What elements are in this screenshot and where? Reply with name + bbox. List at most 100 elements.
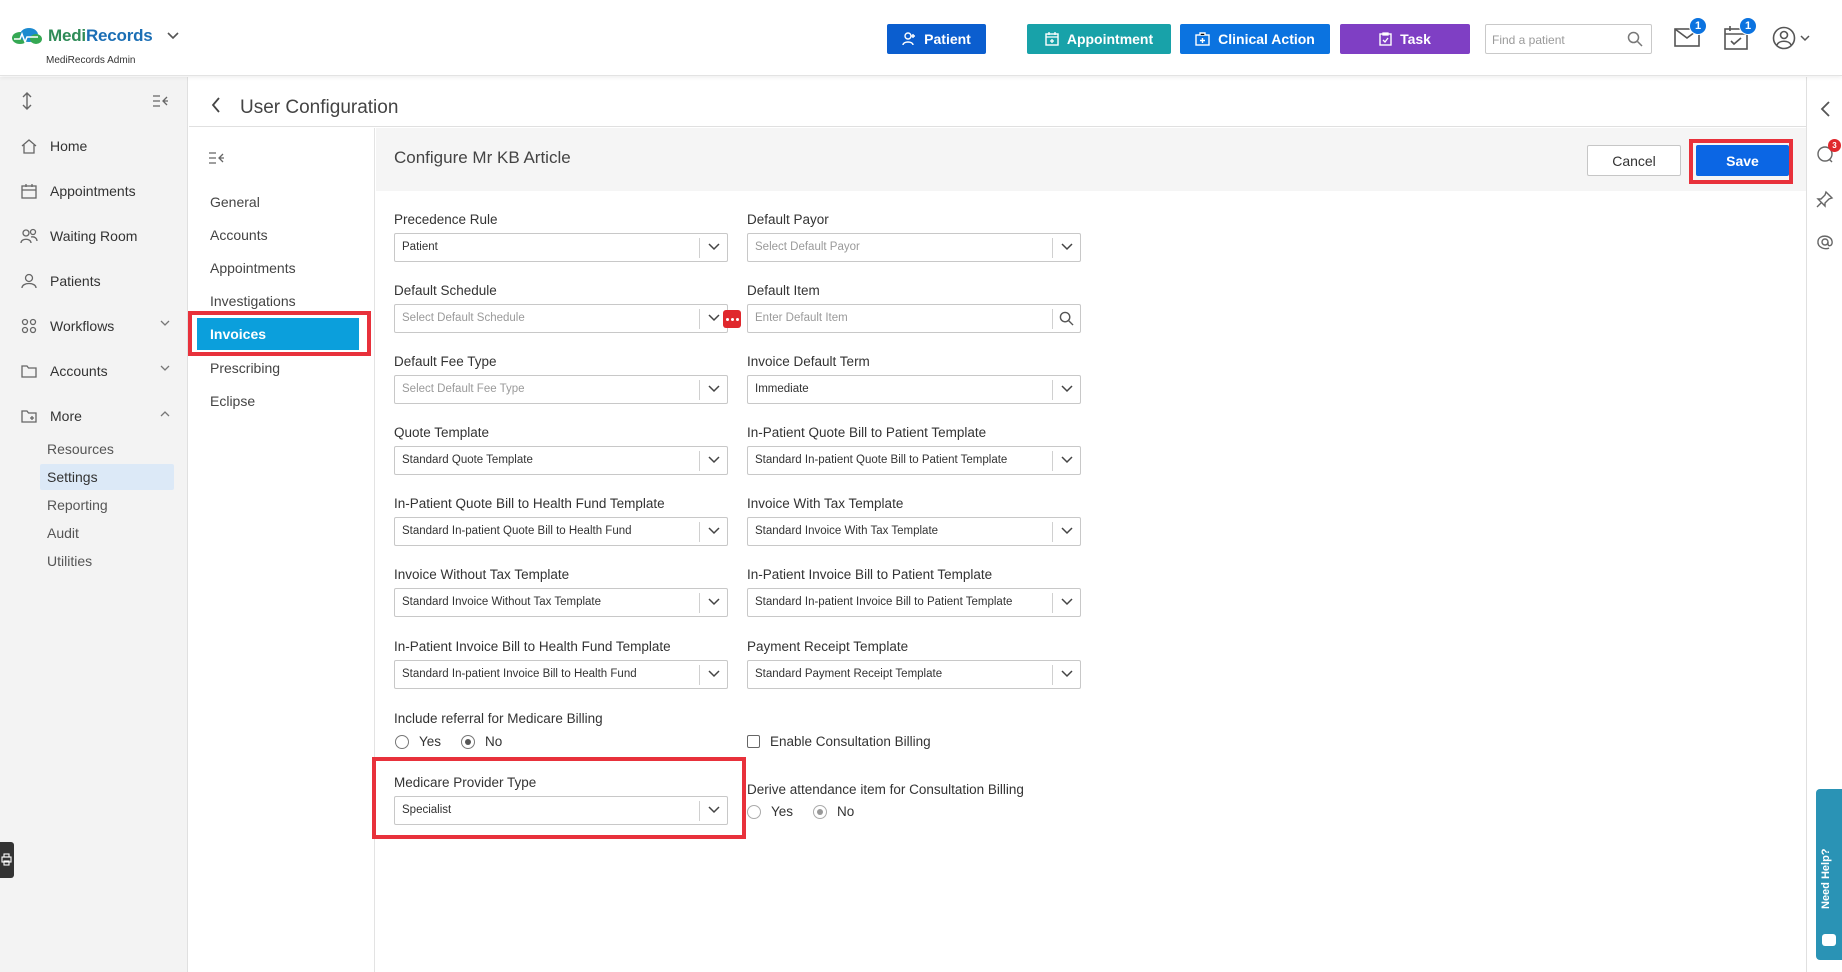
chevron-down-icon bbox=[708, 243, 720, 251]
invoice-without-tax-select[interactable]: Standard Invoice Without Tax Template bbox=[394, 588, 728, 617]
derive-attendance-no-radio[interactable] bbox=[813, 804, 828, 819]
precedence-rule-select[interactable]: Patient bbox=[394, 233, 728, 262]
new-task-label: Task bbox=[1400, 31, 1431, 47]
invoice-default-term-select[interactable]: Immediate bbox=[747, 375, 1081, 404]
default-fee-type-select[interactable]: Select Default Fee Type bbox=[394, 375, 728, 404]
select-divider bbox=[699, 309, 700, 329]
config-tab-prescribing[interactable]: Prescribing bbox=[206, 355, 280, 381]
derive-attendance-label: Derive attendance item for Consultation … bbox=[747, 782, 1024, 797]
config-tab-accounts[interactable]: Accounts bbox=[206, 222, 268, 248]
chevron-down-icon bbox=[1061, 243, 1073, 251]
user-avatar-icon bbox=[1772, 26, 1796, 50]
user-menu-button[interactable] bbox=[1772, 26, 1812, 52]
input-divider bbox=[1052, 309, 1053, 329]
config-tab-appointments[interactable]: Appointments bbox=[206, 255, 296, 281]
enable-consultation-billing[interactable]: Enable Consultation Billing bbox=[747, 734, 931, 749]
select-divider bbox=[1052, 665, 1053, 685]
chat-icon[interactable]: 3 bbox=[1816, 139, 1841, 165]
sidebar-item-accounts[interactable]: Accounts bbox=[20, 359, 170, 383]
pin-icon[interactable] bbox=[1816, 190, 1836, 210]
quote-template-select[interactable]: Standard Quote Template bbox=[394, 446, 728, 475]
derive-attendance-yes-label: Yes bbox=[771, 804, 794, 819]
top-header: MediRecords MediRecords Admin Patient Ap… bbox=[0, 0, 1842, 76]
need-help-label: Need Help? bbox=[1820, 848, 1832, 909]
sidebar-subitem-utilities[interactable]: Utilities bbox=[40, 548, 174, 574]
select-divider bbox=[1052, 593, 1053, 613]
patient-search[interactable] bbox=[1485, 24, 1652, 54]
back-chevron-icon[interactable] bbox=[211, 97, 221, 118]
patients-icon bbox=[20, 272, 38, 290]
inpatient-invoice-patient-select[interactable]: Standard In-patient Invoice Bill to Pati… bbox=[747, 588, 1081, 617]
patient-search-input[interactable] bbox=[1492, 31, 1622, 49]
derive-attendance-no-label: No bbox=[837, 804, 855, 819]
more-options-icon[interactable] bbox=[723, 310, 741, 328]
config-tab-eclipse[interactable]: Eclipse bbox=[206, 388, 255, 414]
include-referral-no-radio[interactable] bbox=[461, 734, 476, 749]
sidebar-item-patients[interactable]: Patients bbox=[20, 269, 170, 293]
new-appointment-button[interactable]: Appointment bbox=[1027, 24, 1171, 54]
include-referral-options: Yes No bbox=[395, 734, 502, 749]
invoice-with-tax-value: Standard Invoice With Tax Template bbox=[755, 525, 939, 537]
sidebar-subitem-reporting[interactable]: Reporting bbox=[40, 492, 174, 518]
sidebar-subitem-audit[interactable]: Audit bbox=[40, 520, 174, 546]
cancel-button[interactable]: Cancel bbox=[1587, 145, 1681, 176]
sidebar-subitem-resources[interactable]: Resources bbox=[40, 436, 174, 462]
search-icon[interactable] bbox=[1059, 311, 1074, 326]
include-referral-yes-radio[interactable] bbox=[395, 734, 409, 749]
inpatient-quote-patient-select[interactable]: Standard In-patient Quote Bill to Patien… bbox=[747, 446, 1081, 475]
collapse-sidebar-icon[interactable] bbox=[152, 94, 168, 108]
new-task-button[interactable]: Task bbox=[1340, 24, 1470, 54]
new-patient-button[interactable]: Patient bbox=[887, 24, 986, 54]
select-divider bbox=[699, 665, 700, 685]
default-item-input[interactable]: Enter Default Item bbox=[747, 304, 1081, 333]
default-payor-label: Default Payor bbox=[747, 212, 829, 227]
search-icon[interactable] bbox=[1627, 31, 1643, 52]
calendar-add-icon bbox=[1045, 32, 1059, 46]
quote-template-label: Quote Template bbox=[394, 425, 490, 440]
inpatient-invoice-fund-label: In-Patient Invoice Bill to Health Fund T… bbox=[394, 639, 671, 654]
inpatient-invoice-patient-value: Standard In-patient Invoice Bill to Pati… bbox=[755, 596, 1013, 608]
messages-button[interactable]: 1 bbox=[1674, 17, 1707, 52]
sidebar-item-waiting-room[interactable]: Waiting Room bbox=[20, 224, 170, 248]
mention-icon[interactable] bbox=[1816, 233, 1836, 253]
derive-attendance-yes-radio[interactable] bbox=[747, 804, 761, 819]
add-person-icon bbox=[902, 32, 916, 46]
include-referral-yes-label: Yes bbox=[419, 734, 442, 749]
inpatient-invoice-fund-select[interactable]: Standard In-patient Invoice Bill to Heal… bbox=[394, 660, 728, 689]
account-subtitle: MediRecords Admin bbox=[46, 55, 136, 66]
enable-consultation-checkbox[interactable] bbox=[747, 735, 760, 748]
sidebar-tools bbox=[20, 92, 170, 112]
chevron-down-icon[interactable] bbox=[166, 29, 179, 43]
tasks-calendar-button[interactable]: 1 bbox=[1724, 17, 1757, 52]
app-logo[interactable]: MediRecords bbox=[10, 26, 179, 46]
configuration-form: Configure Mr KB Article Cancel Save Prec… bbox=[376, 128, 1806, 972]
payment-receipt-select[interactable]: Standard Payment Receipt Template bbox=[747, 660, 1081, 689]
help-chat-icon bbox=[1822, 934, 1836, 946]
collapse-config-nav-icon[interactable] bbox=[208, 151, 224, 170]
medical-kit-icon bbox=[1195, 32, 1210, 46]
precedence-rule-value: Patient bbox=[402, 241, 438, 253]
print-tab[interactable] bbox=[0, 842, 14, 878]
invoice-with-tax-select[interactable]: Standard Invoice With Tax Template bbox=[747, 517, 1081, 546]
sidebar-subitem-settings[interactable]: Settings bbox=[40, 464, 174, 490]
include-referral-no-label: No bbox=[485, 734, 503, 749]
sidebar-item-appointments[interactable]: Appointments bbox=[20, 179, 170, 203]
default-payor-select[interactable]: Select Default Payor bbox=[747, 233, 1081, 262]
clinical-action-button[interactable]: Clinical Action bbox=[1180, 24, 1330, 54]
chevron-down-icon bbox=[708, 598, 720, 606]
sidebar-item-home[interactable]: Home bbox=[20, 134, 170, 158]
sidebar-item-more[interactable]: More bbox=[20, 404, 170, 428]
payment-receipt-label: Payment Receipt Template bbox=[747, 639, 909, 654]
default-schedule-select[interactable]: Select Default Schedule bbox=[394, 304, 728, 333]
chevron-down-icon bbox=[1800, 35, 1810, 42]
expand-panel-icon[interactable] bbox=[1816, 99, 1836, 119]
sidebar-item-label: Workflows bbox=[50, 318, 115, 334]
need-help-tab[interactable]: Need Help? bbox=[1816, 789, 1842, 960]
reorder-icon[interactable] bbox=[22, 92, 32, 110]
config-tab-general[interactable]: General bbox=[206, 189, 260, 215]
main-sidebar: Home Appointments Waiting Room Patients … bbox=[0, 77, 188, 972]
inpatient-quote-fund-select[interactable]: Standard In-patient Quote Bill to Health… bbox=[394, 517, 728, 546]
tasks-badge: 1 bbox=[1739, 17, 1757, 35]
sidebar-item-workflows[interactable]: Workflows bbox=[20, 314, 170, 338]
page-header: User Configuration bbox=[189, 77, 1806, 127]
